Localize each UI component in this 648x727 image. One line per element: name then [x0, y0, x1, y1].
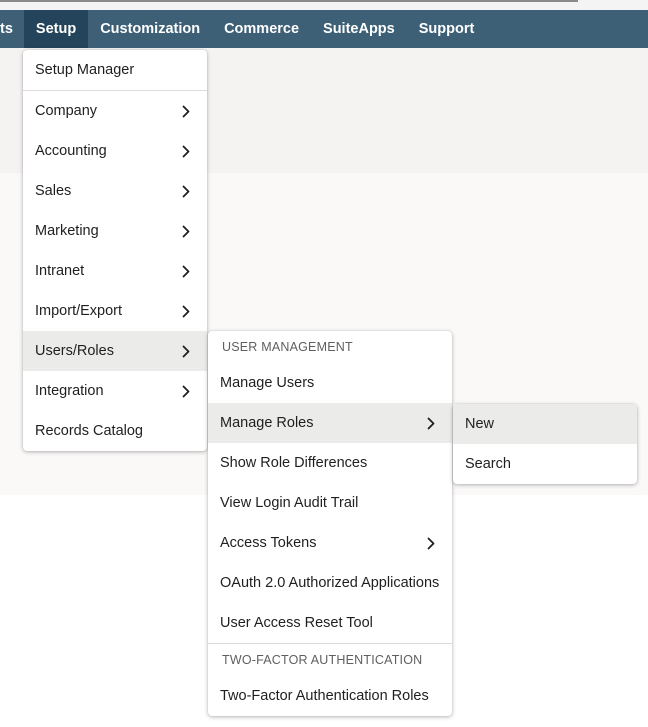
menu-item-label: Import/Export [35, 303, 123, 319]
menu-item-label: New [465, 416, 495, 432]
nav-item-suiteapps[interactable]: SuiteApps [311, 10, 407, 48]
menu-item-label: Show Role Differences [220, 455, 368, 471]
menu-item-label: OAuth 2.0 Authorized Applications [220, 575, 440, 591]
menu-item-label: Access Tokens [220, 535, 317, 551]
menu-item-setup-manager[interactable]: Setup Manager [23, 50, 207, 91]
menu-item-marketing[interactable]: Marketing [23, 211, 207, 251]
menu-item-label: User Access Reset Tool [220, 615, 373, 631]
chevron-right-icon [179, 91, 193, 131]
chevron-right-icon [179, 131, 193, 171]
menu-item-label: Manage Users [220, 375, 315, 391]
menu-item-integration[interactable]: Integration [23, 371, 207, 411]
menu-item-search-roles[interactable]: Search [453, 444, 637, 484]
menu-item-users-roles[interactable]: Users/Roles [23, 331, 207, 371]
menu-item-label: Setup Manager [35, 62, 135, 78]
menu-item-label: View Login Audit Trail [220, 495, 359, 511]
menu-item-company[interactable]: Company [23, 91, 207, 131]
chevron-right-icon [179, 211, 193, 251]
menu-item-two-factor-roles[interactable]: Two-Factor Authentication Roles [208, 676, 452, 716]
menu-item-label: Users/Roles [35, 343, 114, 359]
menu-item-label: Two-Factor Authentication Roles [220, 688, 429, 704]
chevron-right-icon [179, 331, 193, 371]
top-scroll-line [0, 0, 578, 2]
chevron-right-icon [179, 251, 193, 291]
menu-item-label: Accounting [35, 143, 107, 159]
chevron-right-icon [424, 523, 438, 563]
manage-roles-submenu: New Search [453, 404, 637, 484]
nav-item-partial[interactable]: ts [0, 10, 24, 48]
nav-item-customization[interactable]: Customization [88, 10, 212, 48]
chevron-right-icon [424, 403, 438, 443]
nav-item-support[interactable]: Support [407, 10, 487, 48]
menu-item-oauth-authorized-apps[interactable]: OAuth 2.0 Authorized Applications [208, 563, 452, 603]
menu-item-manage-roles[interactable]: Manage Roles [208, 403, 452, 443]
menu-item-import-export[interactable]: Import/Export [23, 291, 207, 331]
users-roles-submenu: USER MANAGEMENT Manage Users Manage Role… [208, 331, 452, 716]
chevron-right-icon [179, 371, 193, 411]
menu-item-label: Manage Roles [220, 415, 314, 431]
menu-item-user-access-reset-tool[interactable]: User Access Reset Tool [208, 603, 452, 643]
menu-item-label: Integration [35, 383, 104, 399]
menu-item-label: Marketing [35, 223, 99, 239]
main-navbar: ts Setup Customization Commerce SuiteApp… [0, 10, 648, 48]
menu-item-label: Company [35, 103, 98, 119]
chevron-right-icon [179, 291, 193, 331]
menu-item-sales[interactable]: Sales [23, 171, 207, 211]
nav-item-setup[interactable]: Setup [23, 10, 89, 48]
menu-item-manage-users[interactable]: Manage Users [208, 363, 452, 403]
menu-item-label: Sales [35, 183, 72, 199]
menu-item-label: Intranet [35, 263, 85, 279]
menu-item-intranet[interactable]: Intranet [23, 251, 207, 291]
menu-item-records-catalog[interactable]: Records Catalog [23, 411, 207, 451]
top-strip [0, 0, 648, 10]
nav-item-commerce[interactable]: Commerce [212, 10, 311, 48]
menu-item-label: Records Catalog [35, 423, 143, 439]
menu-item-show-role-differences[interactable]: Show Role Differences [208, 443, 452, 483]
menu-item-access-tokens[interactable]: Access Tokens [208, 523, 452, 563]
menu-item-view-login-audit-trail[interactable]: View Login Audit Trail [208, 483, 452, 523]
menu-item-new-role[interactable]: New [453, 404, 637, 444]
chevron-right-icon [179, 171, 193, 211]
section-header-user-management: USER MANAGEMENT [222, 340, 353, 354]
setup-menu: Setup Manager Company Accounting Sales M… [23, 50, 207, 451]
menu-item-label: Search [465, 456, 511, 472]
section-header-two-factor: TWO-FACTOR AUTHENTICATION [208, 643, 452, 676]
menu-item-accounting[interactable]: Accounting [23, 131, 207, 171]
